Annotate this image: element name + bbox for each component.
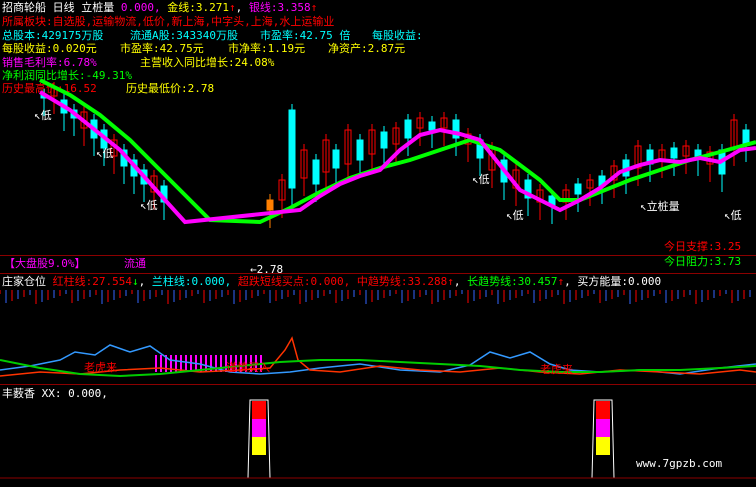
signal-pulse-2: [580, 399, 626, 479]
signal-pulse-1: [236, 399, 282, 479]
watermark: www.7gpzb.com: [636, 457, 723, 470]
signal-chart[interactable]: [0, 0, 756, 487]
